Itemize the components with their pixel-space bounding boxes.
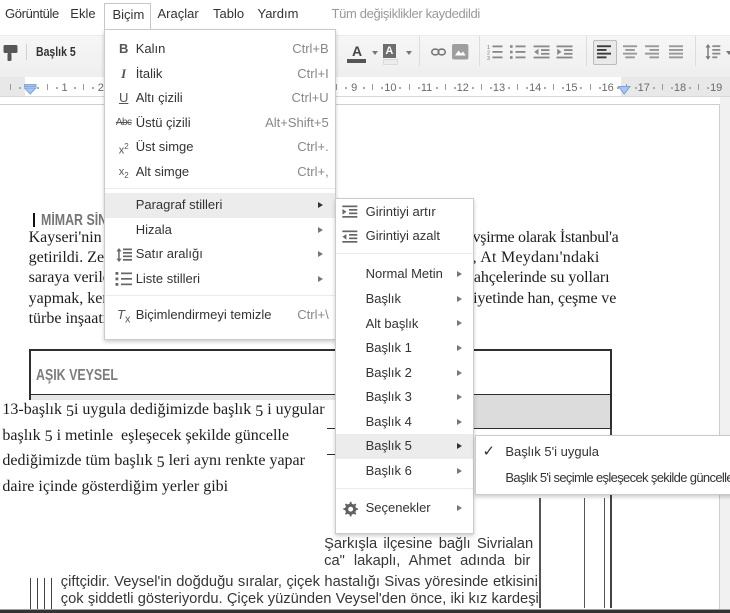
svg-text:3: 3: [487, 56, 490, 60]
